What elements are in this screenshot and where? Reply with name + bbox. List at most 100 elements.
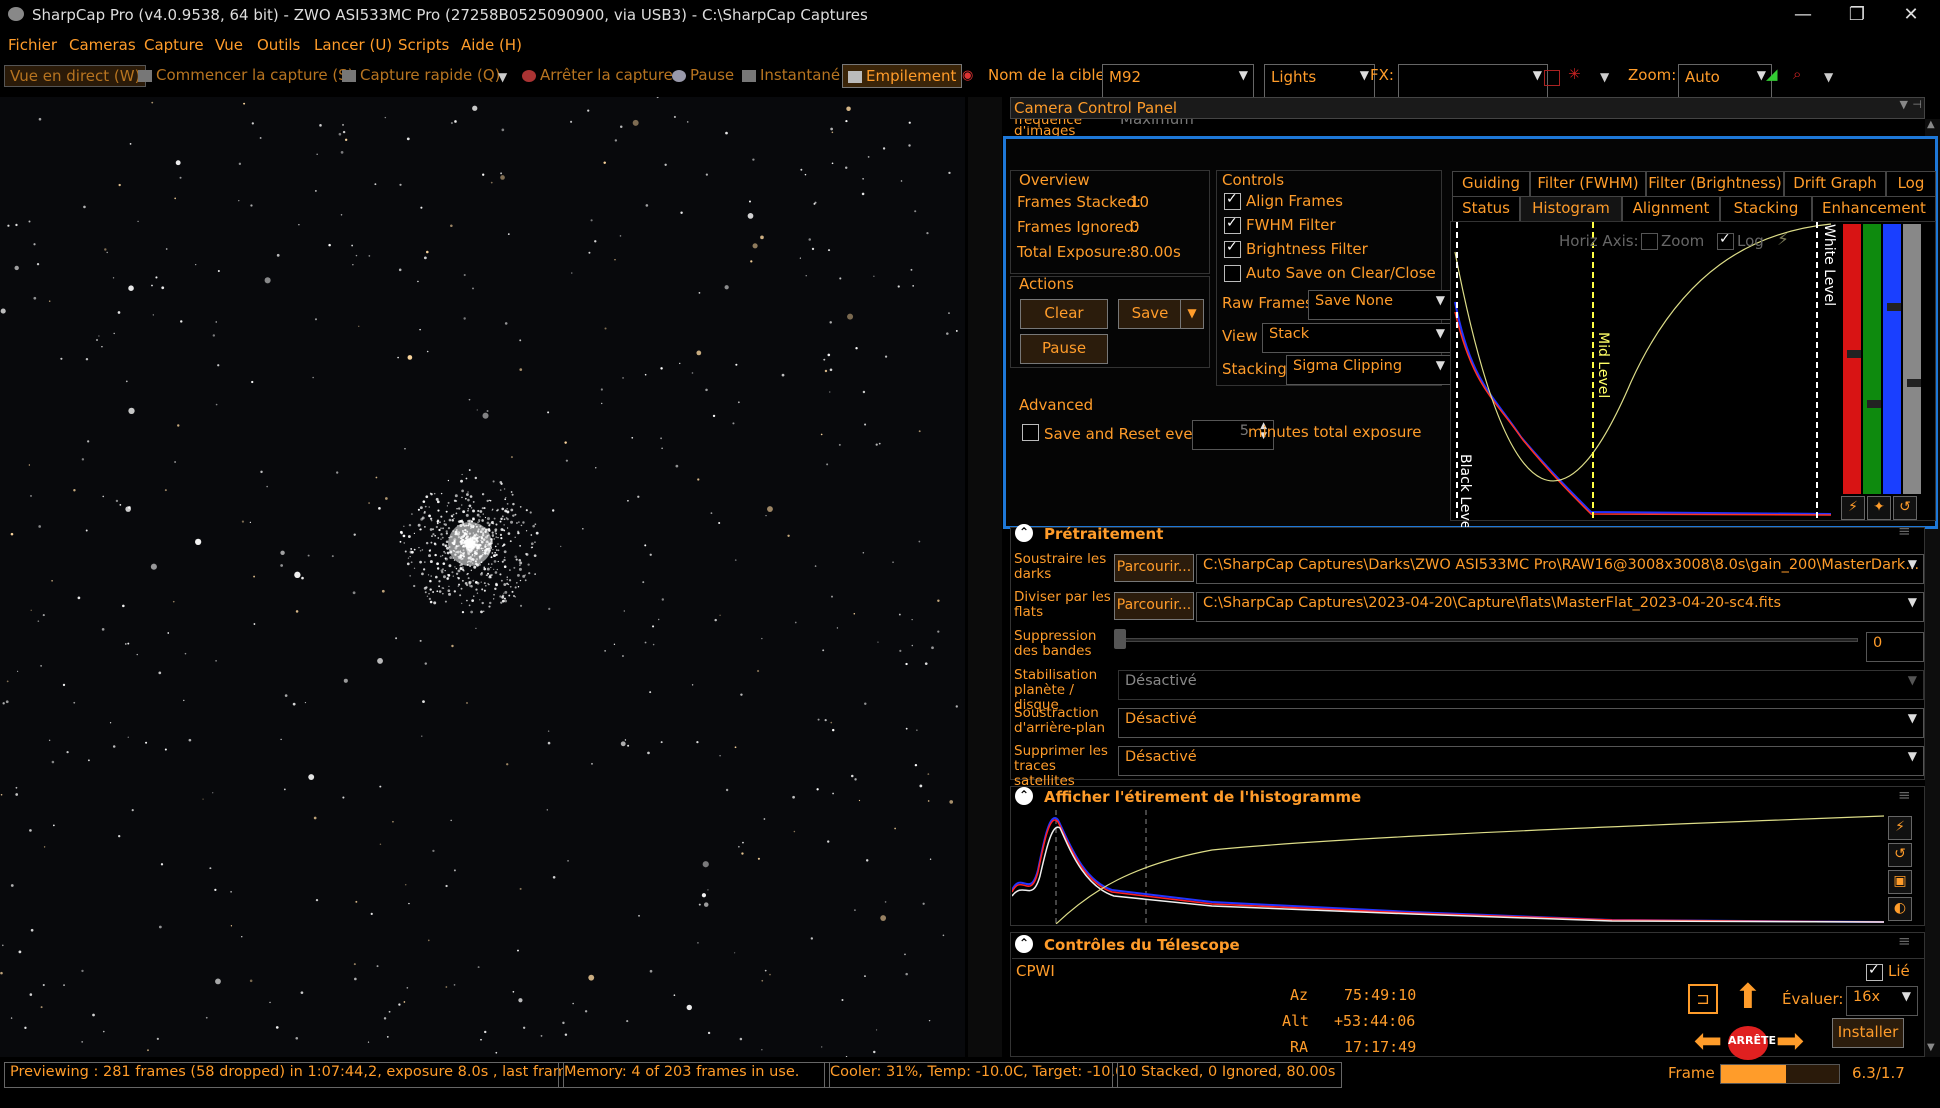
stop-capture-button[interactable]: Arrêter la capture xyxy=(522,66,673,84)
scroll-up-icon[interactable]: ▲ xyxy=(1927,119,1935,130)
stack-histogram-area[interactable]: Horiz Axis: Zoom Log ⚡ Black Level Mid L… xyxy=(1450,221,1936,533)
menu-outils[interactable]: Outils xyxy=(257,36,300,54)
stabilisation-select[interactable]: Désactivé ▼ xyxy=(1118,670,1924,700)
collapse-chevron-icon[interactable]: ⌃ xyxy=(1015,935,1033,953)
move-east-icon[interactable]: ➡ xyxy=(1770,1024,1810,1058)
lightning-icon[interactable]: ⚡ xyxy=(1841,496,1865,520)
fx-combo[interactable]: ▼ xyxy=(1398,64,1548,98)
install-button[interactable]: Installer xyxy=(1832,1018,1904,1048)
flats-path-select[interactable]: C:\SharpCap Captures\2023-04-20\Capture\… xyxy=(1196,592,1924,622)
lightning-icon[interactable]: ⚡ xyxy=(1888,816,1912,840)
tab-alignment[interactable]: Alignment xyxy=(1622,196,1720,222)
collapse-chevron-icon[interactable]: ⌃ xyxy=(1015,524,1033,542)
raw-frames-select[interactable]: Save None ▼ xyxy=(1308,290,1452,320)
stacking-mode-select[interactable]: Sigma Clipping ▼ xyxy=(1286,355,1452,385)
stacking-button[interactable]: Empilement xyxy=(842,64,963,88)
histogram-stretch-plot[interactable] xyxy=(1011,810,1885,925)
contrast-icon[interactable]: ◐ xyxy=(1888,897,1912,921)
stop-mount-button[interactable]: ARRÊTE xyxy=(1728,1026,1776,1060)
tab-stacking[interactable]: Stacking xyxy=(1720,196,1812,222)
view-select[interactable]: Stack ▼ xyxy=(1262,323,1452,353)
tab-log[interactable]: Log xyxy=(1886,171,1936,197)
slider-thumb[interactable] xyxy=(1847,350,1861,358)
reticle-star-icon[interactable]: ✳ xyxy=(1568,65,1581,83)
pause-button[interactable]: Pause xyxy=(672,66,734,84)
tab-guiding[interactable]: Guiding xyxy=(1452,171,1530,197)
collapse-chevron-icon[interactable]: ⌃ xyxy=(1015,787,1033,805)
tab-filter-fwhm[interactable]: Filter (FWHM) xyxy=(1530,171,1646,197)
move-north-icon[interactable]: ⬆ xyxy=(1728,980,1768,1016)
slider-thumb[interactable] xyxy=(1887,303,1901,311)
zoom-combo[interactable]: Auto ▼ xyxy=(1678,64,1772,98)
scroll-down-icon[interactable]: ▼ xyxy=(1927,1042,1935,1053)
green-slider[interactable] xyxy=(1863,224,1881,494)
menu-icon[interactable]: ≡ xyxy=(1898,786,1911,804)
target-name-combo[interactable]: M92 ▼ xyxy=(1102,64,1254,98)
slider-thumb[interactable] xyxy=(1907,379,1921,387)
move-west-icon[interactable]: ⬅ xyxy=(1688,1024,1728,1058)
slider-thumb[interactable] xyxy=(1867,400,1881,408)
banding-slider[interactable] xyxy=(1118,638,1858,642)
histogram-icon[interactable]: ◢ xyxy=(1766,65,1778,83)
zoom-search-icon[interactable]: ⌕ xyxy=(1793,65,1801,83)
menu-scripts[interactable]: Scripts xyxy=(398,36,449,54)
background-subtraction-select[interactable]: Désactivé ▼ xyxy=(1118,708,1924,738)
menu-fichier[interactable]: Fichier xyxy=(8,36,57,54)
menu-capture[interactable]: Capture xyxy=(144,36,204,54)
tab-status[interactable]: Status xyxy=(1452,196,1520,222)
tab-histogram[interactable]: Histogram xyxy=(1520,196,1622,222)
close-button[interactable]: ✕ xyxy=(1884,0,1938,30)
menu-lancer[interactable]: Lancer (U) xyxy=(314,36,392,54)
banding-slider-thumb[interactable] xyxy=(1114,629,1126,649)
start-capture-button[interactable]: Commencer la capture (S) xyxy=(138,66,354,84)
quick-capture-dropdown-icon[interactable]: ▼ xyxy=(498,70,507,84)
frame-type-combo[interactable]: Lights ▼ xyxy=(1264,64,1375,98)
reticle-square-icon[interactable] xyxy=(1544,70,1560,86)
minimize-button[interactable]: — xyxy=(1776,0,1830,30)
save-reset-checkbox[interactable] xyxy=(1022,424,1039,441)
reticle-dropdown-icon[interactable]: ▼ xyxy=(1600,70,1609,84)
horiz-log-checkbox[interactable] xyxy=(1717,231,1734,250)
satellite-trails-select[interactable]: Désactivé ▼ xyxy=(1118,746,1924,776)
goto-icon[interactable]: ⊐ xyxy=(1688,984,1718,1014)
darks-path-select[interactable]: C:\SharpCap Captures\Darks\ZWO ASI533MC … xyxy=(1196,554,1924,584)
maximize-button[interactable]: ❐ xyxy=(1830,0,1884,30)
save-dropdown-button[interactable]: ▼ xyxy=(1180,299,1204,329)
linked-checkbox[interactable] xyxy=(1866,962,1883,981)
menu-vue[interactable]: Vue xyxy=(215,36,243,54)
clear-button[interactable]: Clear xyxy=(1020,299,1108,329)
menu-aide[interactable]: Aide (H) xyxy=(461,36,522,54)
luminance-slider[interactable] xyxy=(1903,224,1921,494)
panel-dropdown-icon[interactable]: ▼ xyxy=(1900,98,1908,111)
color-balance-sliders[interactable] xyxy=(1839,224,1933,496)
live-view-button[interactable]: Vue en direct (W) xyxy=(4,65,147,87)
panel-pin-icon[interactable]: ⊣ xyxy=(1912,98,1922,111)
rate-select[interactable]: 16x ▼ xyxy=(1846,986,1918,1016)
save-icon[interactable]: ▣ xyxy=(1888,870,1912,894)
tools-dropdown-icon[interactable]: ▼ xyxy=(1824,70,1833,84)
reset-icon[interactable]: ↺ xyxy=(1893,496,1917,520)
blue-slider[interactable] xyxy=(1883,224,1901,494)
pause-stack-button[interactable]: Pause xyxy=(1020,334,1108,364)
fwhm-filter-checkbox[interactable] xyxy=(1224,215,1241,234)
tab-filter-brightness[interactable]: Filter (Brightness) xyxy=(1646,171,1784,197)
quick-capture-button[interactable]: Capture rapide (Q) xyxy=(342,66,501,84)
menu-icon[interactable]: ≡ xyxy=(1898,932,1911,950)
save-button[interactable]: Save xyxy=(1118,299,1182,329)
auto-save-checkbox[interactable] xyxy=(1224,265,1241,282)
banding-value-field[interactable]: 0 xyxy=(1866,632,1924,662)
auto-stretch-icon[interactable]: ⚡ xyxy=(1777,230,1789,250)
star-icon[interactable]: ✦ xyxy=(1867,496,1891,520)
brightness-filter-checkbox[interactable] xyxy=(1224,239,1241,258)
red-slider[interactable] xyxy=(1843,224,1861,494)
reset-icon[interactable]: ↺ xyxy=(1888,843,1912,867)
tab-enhancement[interactable]: Enhancement xyxy=(1812,196,1936,222)
browse-darks-button[interactable]: Parcourir... xyxy=(1114,554,1194,582)
menu-icon[interactable]: ≡ xyxy=(1898,522,1911,540)
align-frames-checkbox[interactable] xyxy=(1224,191,1241,210)
menu-cameras[interactable]: Cameras xyxy=(69,36,136,54)
live-image-view[interactable] xyxy=(0,97,965,1057)
tab-drift-graph[interactable]: Drift Graph xyxy=(1784,171,1886,197)
snapshot-button[interactable]: Instantané xyxy=(742,66,840,84)
browse-flats-button[interactable]: Parcourir... xyxy=(1114,592,1194,620)
